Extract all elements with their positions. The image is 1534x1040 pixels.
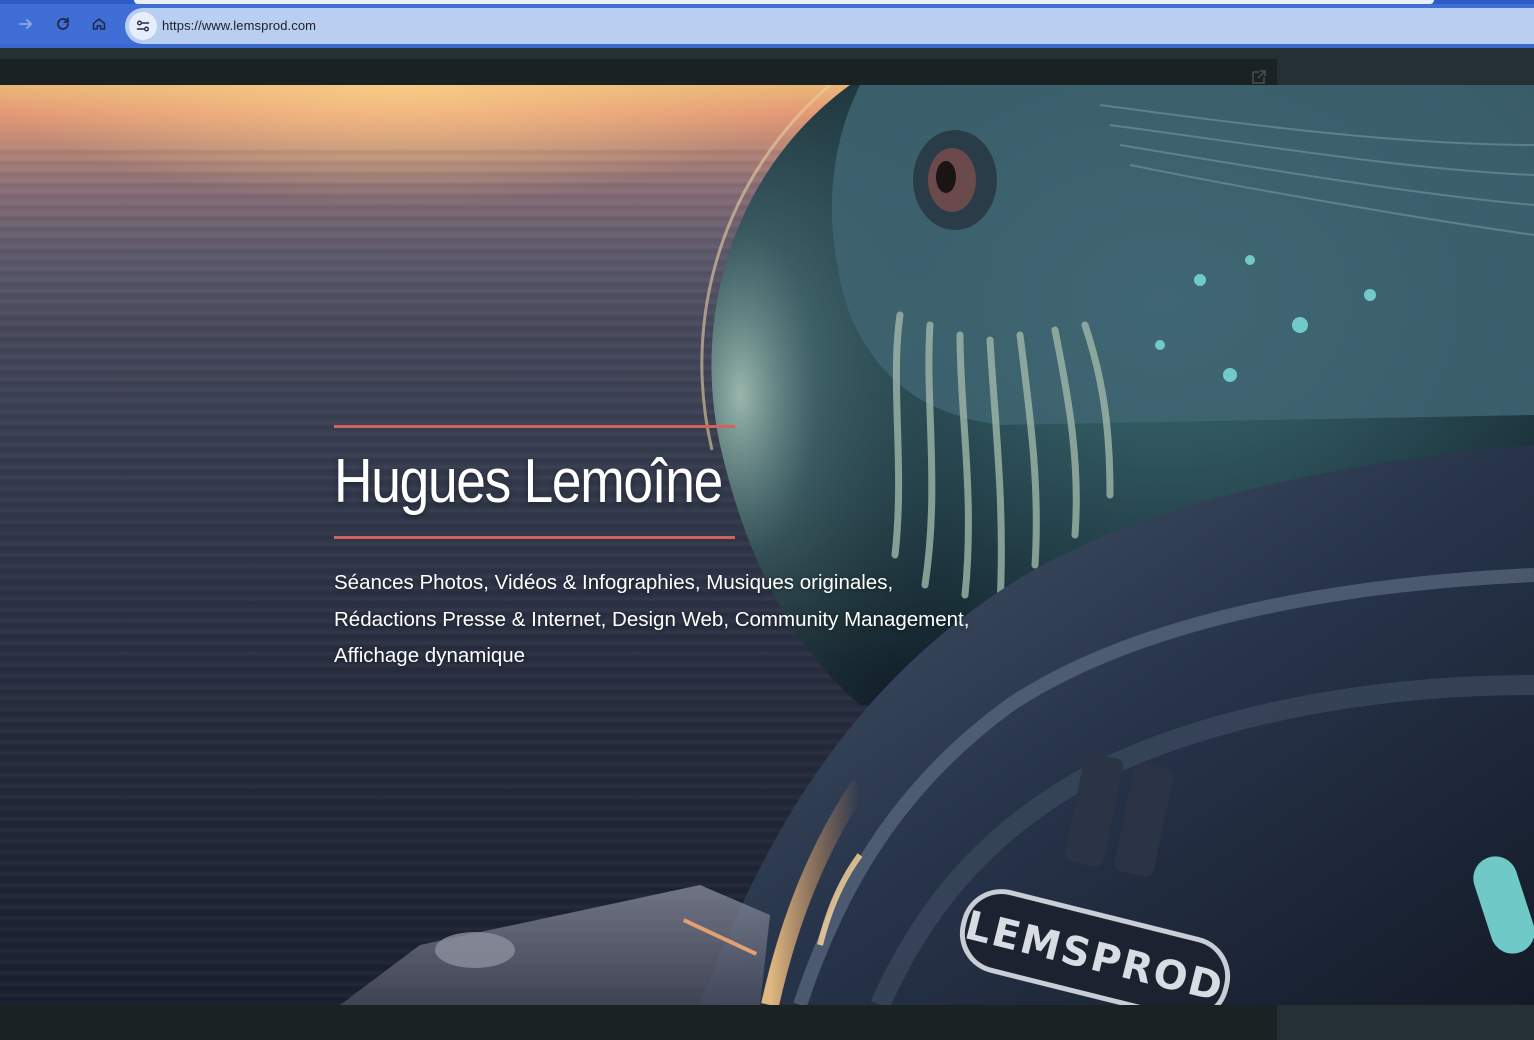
title-rule-bottom bbox=[334, 536, 735, 539]
title-rule-top bbox=[334, 425, 735, 428]
url-text[interactable]: https://www.lemsprod.com bbox=[162, 8, 316, 44]
site-info-button[interactable] bbox=[129, 12, 157, 40]
browser-chrome: https://www.lemsprod.com bbox=[0, 0, 1534, 48]
tune-icon bbox=[136, 20, 150, 32]
hero-banner: LEMSPROD Hugues Lemoîne Séances Photos, … bbox=[0, 85, 1534, 1005]
reload-icon bbox=[57, 17, 69, 30]
hero-text-block: Hugues Lemoîne Séances Photos, Vidéos & … bbox=[334, 425, 1034, 675]
hero-title: Hugues Lemoîne bbox=[334, 447, 723, 516]
home-button[interactable] bbox=[87, 12, 111, 36]
hero-subtitle: Séances Photos, Vidéos & Infographies, M… bbox=[334, 565, 1034, 675]
arrow-right-icon bbox=[19, 19, 32, 29]
page-footer-strip bbox=[0, 1005, 1277, 1040]
forward-button[interactable] bbox=[14, 12, 38, 36]
page-header-strip bbox=[0, 59, 1277, 85]
hero-subtitle-line: Séances Photos, Vidéos & Infographies, M… bbox=[334, 571, 894, 594]
hero-subtitle-line: Rédactions Presse & Internet, Design Web… bbox=[334, 607, 970, 631]
reload-button[interactable] bbox=[51, 12, 75, 36]
page-viewport: LEMSPROD Hugues Lemoîne Séances Photos, … bbox=[0, 48, 1534, 1040]
external-link-icon[interactable] bbox=[1250, 68, 1268, 86]
address-bar[interactable]: https://www.lemsprod.com bbox=[125, 8, 1534, 44]
hero-subtitle-line: Affichage dynamique bbox=[334, 644, 526, 667]
home-icon bbox=[92, 18, 106, 30]
browser-toolbar: https://www.lemsprod.com bbox=[0, 4, 1534, 44]
page-right-gutter bbox=[1277, 59, 1534, 85]
